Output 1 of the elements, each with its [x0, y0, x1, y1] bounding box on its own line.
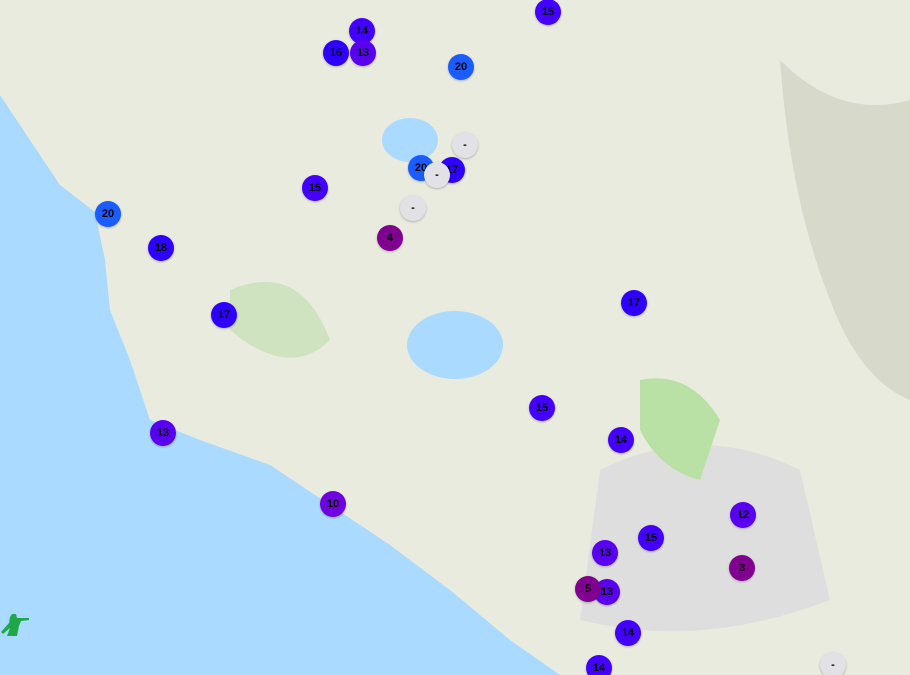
figure-icon[interactable]: [1, 612, 31, 638]
